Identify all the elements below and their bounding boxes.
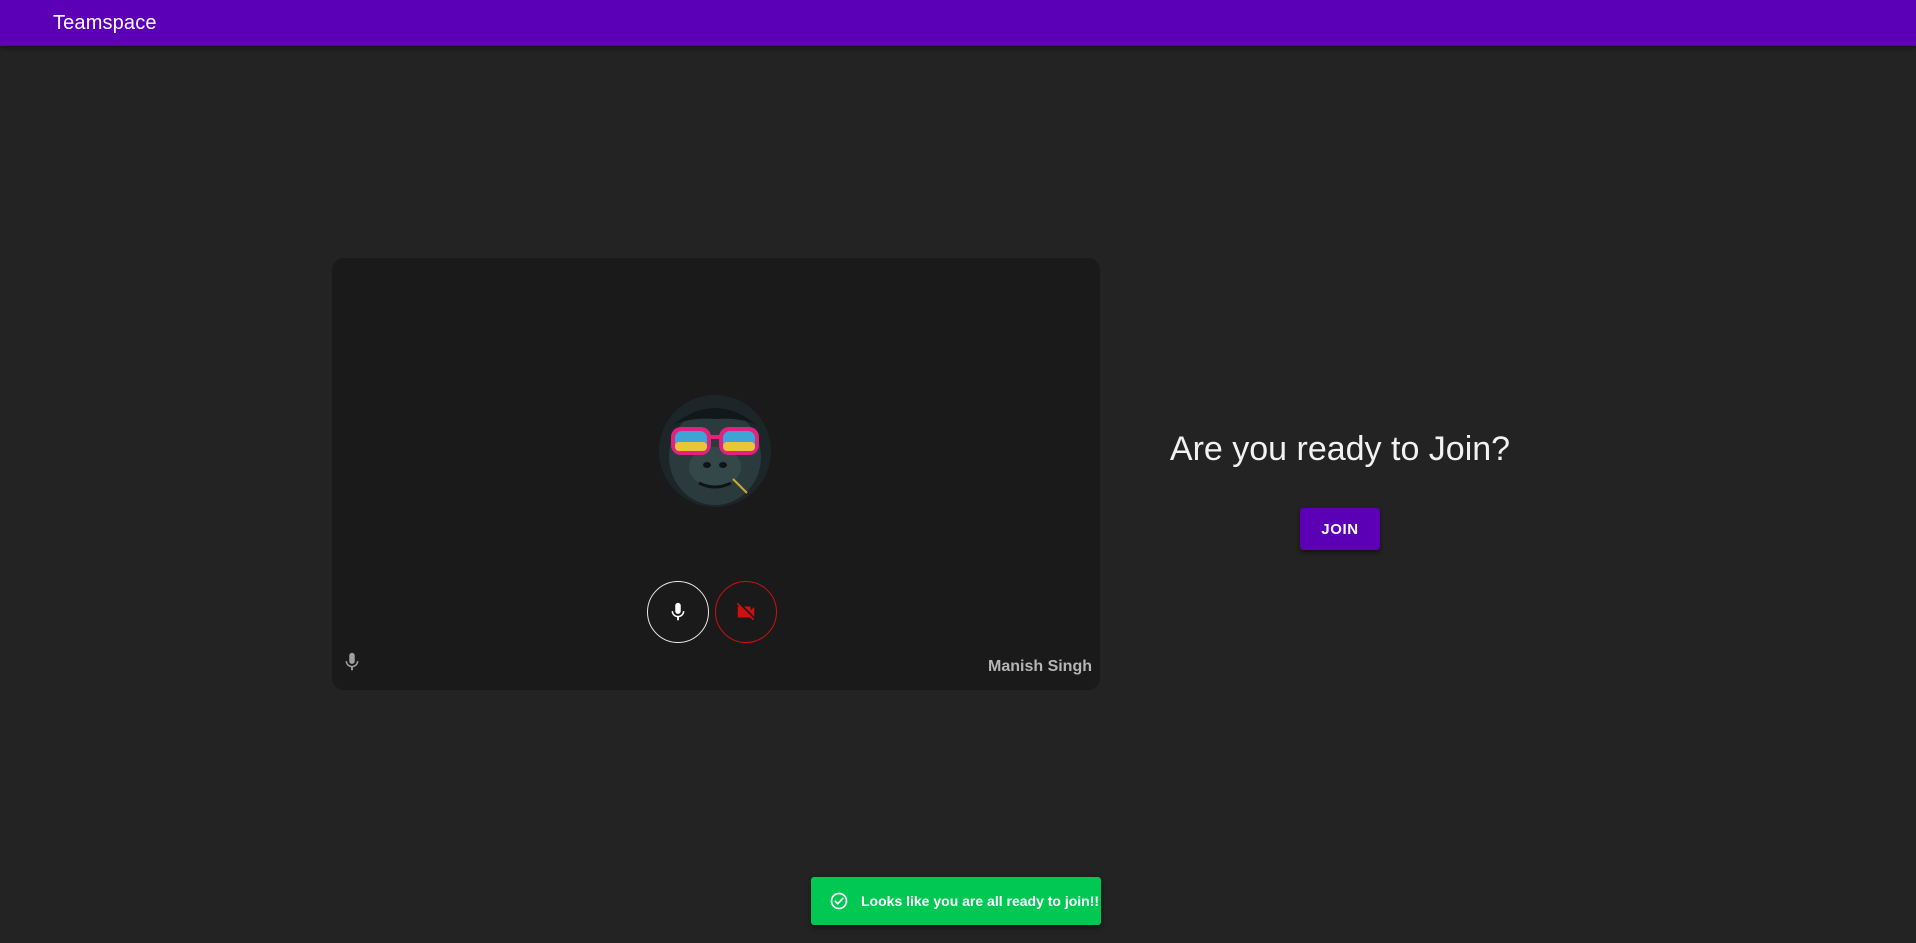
participant-name: Manish Singh [988,658,1092,675]
app-title: Teamspace [53,11,157,34]
videocam-off-icon [736,602,755,621]
success-toast: Looks like you are all ready to join!! [811,877,1101,925]
camera-toggle-button[interactable] [715,581,777,643]
video-preview-card: Manish Singh [332,258,1100,690]
gorilla-avatar-icon [659,395,771,507]
mic-icon [671,602,685,621]
mic-toggle-button[interactable] [647,581,709,643]
join-prompt-heading: Are you ready to Join? [1169,430,1511,468]
toast-message: Looks like you are all ready to join!! [861,893,1100,909]
participant-avatar [659,395,771,507]
check-circle-icon [830,892,848,910]
participant-mic-status-icon [345,652,359,671]
join-button[interactable]: JOIN [1300,508,1380,550]
app-bar: Teamspace [0,0,1916,46]
